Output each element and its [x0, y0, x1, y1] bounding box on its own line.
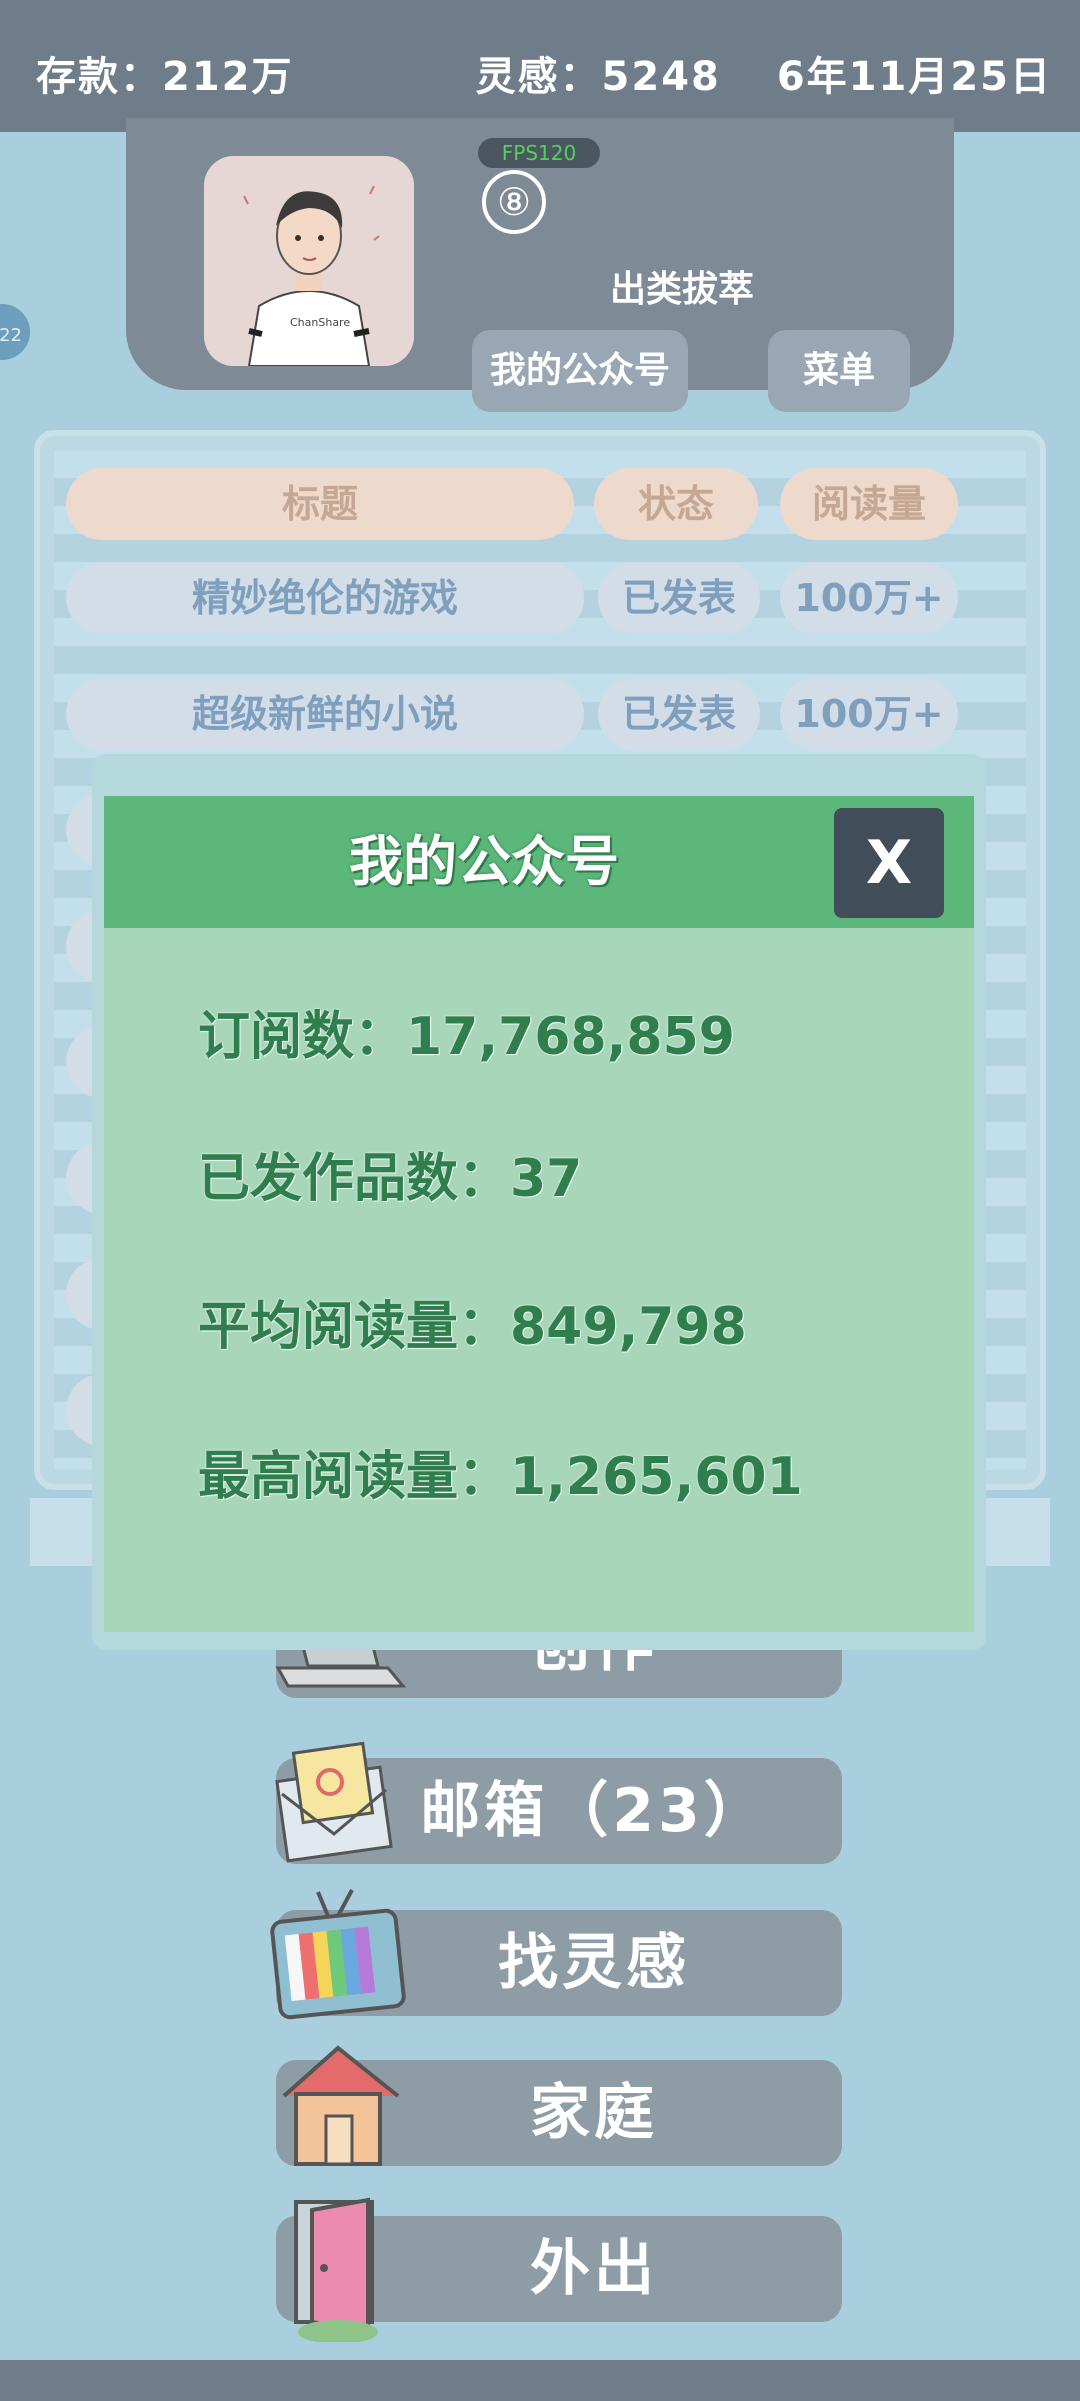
level-badge: ⑧	[482, 170, 546, 234]
dialog-header: 我的公众号 X	[104, 796, 974, 928]
outing-label: 外出	[530, 2234, 658, 2304]
side-coin-badge[interactable]: 22	[0, 300, 34, 364]
official-account-button[interactable]: 我的公众号	[472, 330, 688, 412]
fps-counter: FPS120	[478, 138, 600, 168]
row-title[interactable]: 超级新鲜的小说	[66, 678, 584, 750]
family-label: 家庭	[530, 2078, 658, 2148]
bottom-bar	[0, 2360, 1080, 2401]
header-title: 标题	[66, 468, 574, 540]
row-status: 已发表	[598, 562, 760, 634]
mailbox-button[interactable]: 邮箱（23）	[275, 1741, 842, 1864]
average-reads-stat: 平均阅读量：849,798	[198, 1297, 747, 1357]
find-inspiration-label: 找灵感	[498, 1928, 690, 1998]
subscribers-stat: 订阅数：17,768,859	[198, 1007, 735, 1067]
close-button[interactable]: X	[834, 808, 944, 918]
house-icon	[282, 2045, 400, 2166]
door-icon	[294, 2197, 378, 2342]
status-bar: 存款：212万 灵感：5248 6年11月25日	[0, 0, 1080, 132]
shirt-text: ChanShare	[290, 316, 351, 329]
status-right: 灵感：5248 6年11月25日	[436, 44, 1052, 102]
outing-button[interactable]: 外出	[276, 2197, 842, 2342]
dialog-title: 我的公众号	[349, 830, 619, 893]
row-title[interactable]: 精妙绝伦的游戏	[66, 562, 584, 634]
savings-label: 存款：212万	[36, 54, 294, 100]
avatar[interactable]: ChanShare	[204, 156, 414, 366]
find-inspiration-button[interactable]: 找灵感	[270, 1889, 842, 2020]
family-button[interactable]: 家庭	[276, 2045, 842, 2166]
header-status: 状态	[594, 468, 758, 540]
row-reads: 100万+	[780, 562, 958, 634]
official-account-dialog: 我的公众号 X 订阅数：17,768,859 已发作品数：37 平均阅读量：84…	[104, 796, 974, 1632]
max-reads-stat: 最高阅读量：1,265,601	[198, 1447, 803, 1507]
row-status: 已发表	[598, 678, 760, 750]
mailbox-label: 邮箱（23）	[420, 1776, 768, 1846]
mail-icon	[275, 1741, 393, 1863]
profile-card: ChanShare FPS120 ⑧ 出类拔萃 我的公众号 菜单	[126, 118, 954, 412]
date-label: 6年11月25日	[776, 54, 1052, 100]
works-count-stat: 已发作品数：37	[198, 1149, 583, 1209]
inspiration-label: 灵感：5248	[475, 54, 721, 100]
menu-button[interactable]: 菜单	[768, 330, 910, 412]
tv-icon	[270, 1889, 406, 2020]
header-reads: 阅读量	[780, 468, 958, 540]
row-reads: 100万+	[780, 678, 958, 750]
rank-title: 出类拔萃	[610, 269, 755, 310]
avatar-illustration	[204, 156, 414, 366]
